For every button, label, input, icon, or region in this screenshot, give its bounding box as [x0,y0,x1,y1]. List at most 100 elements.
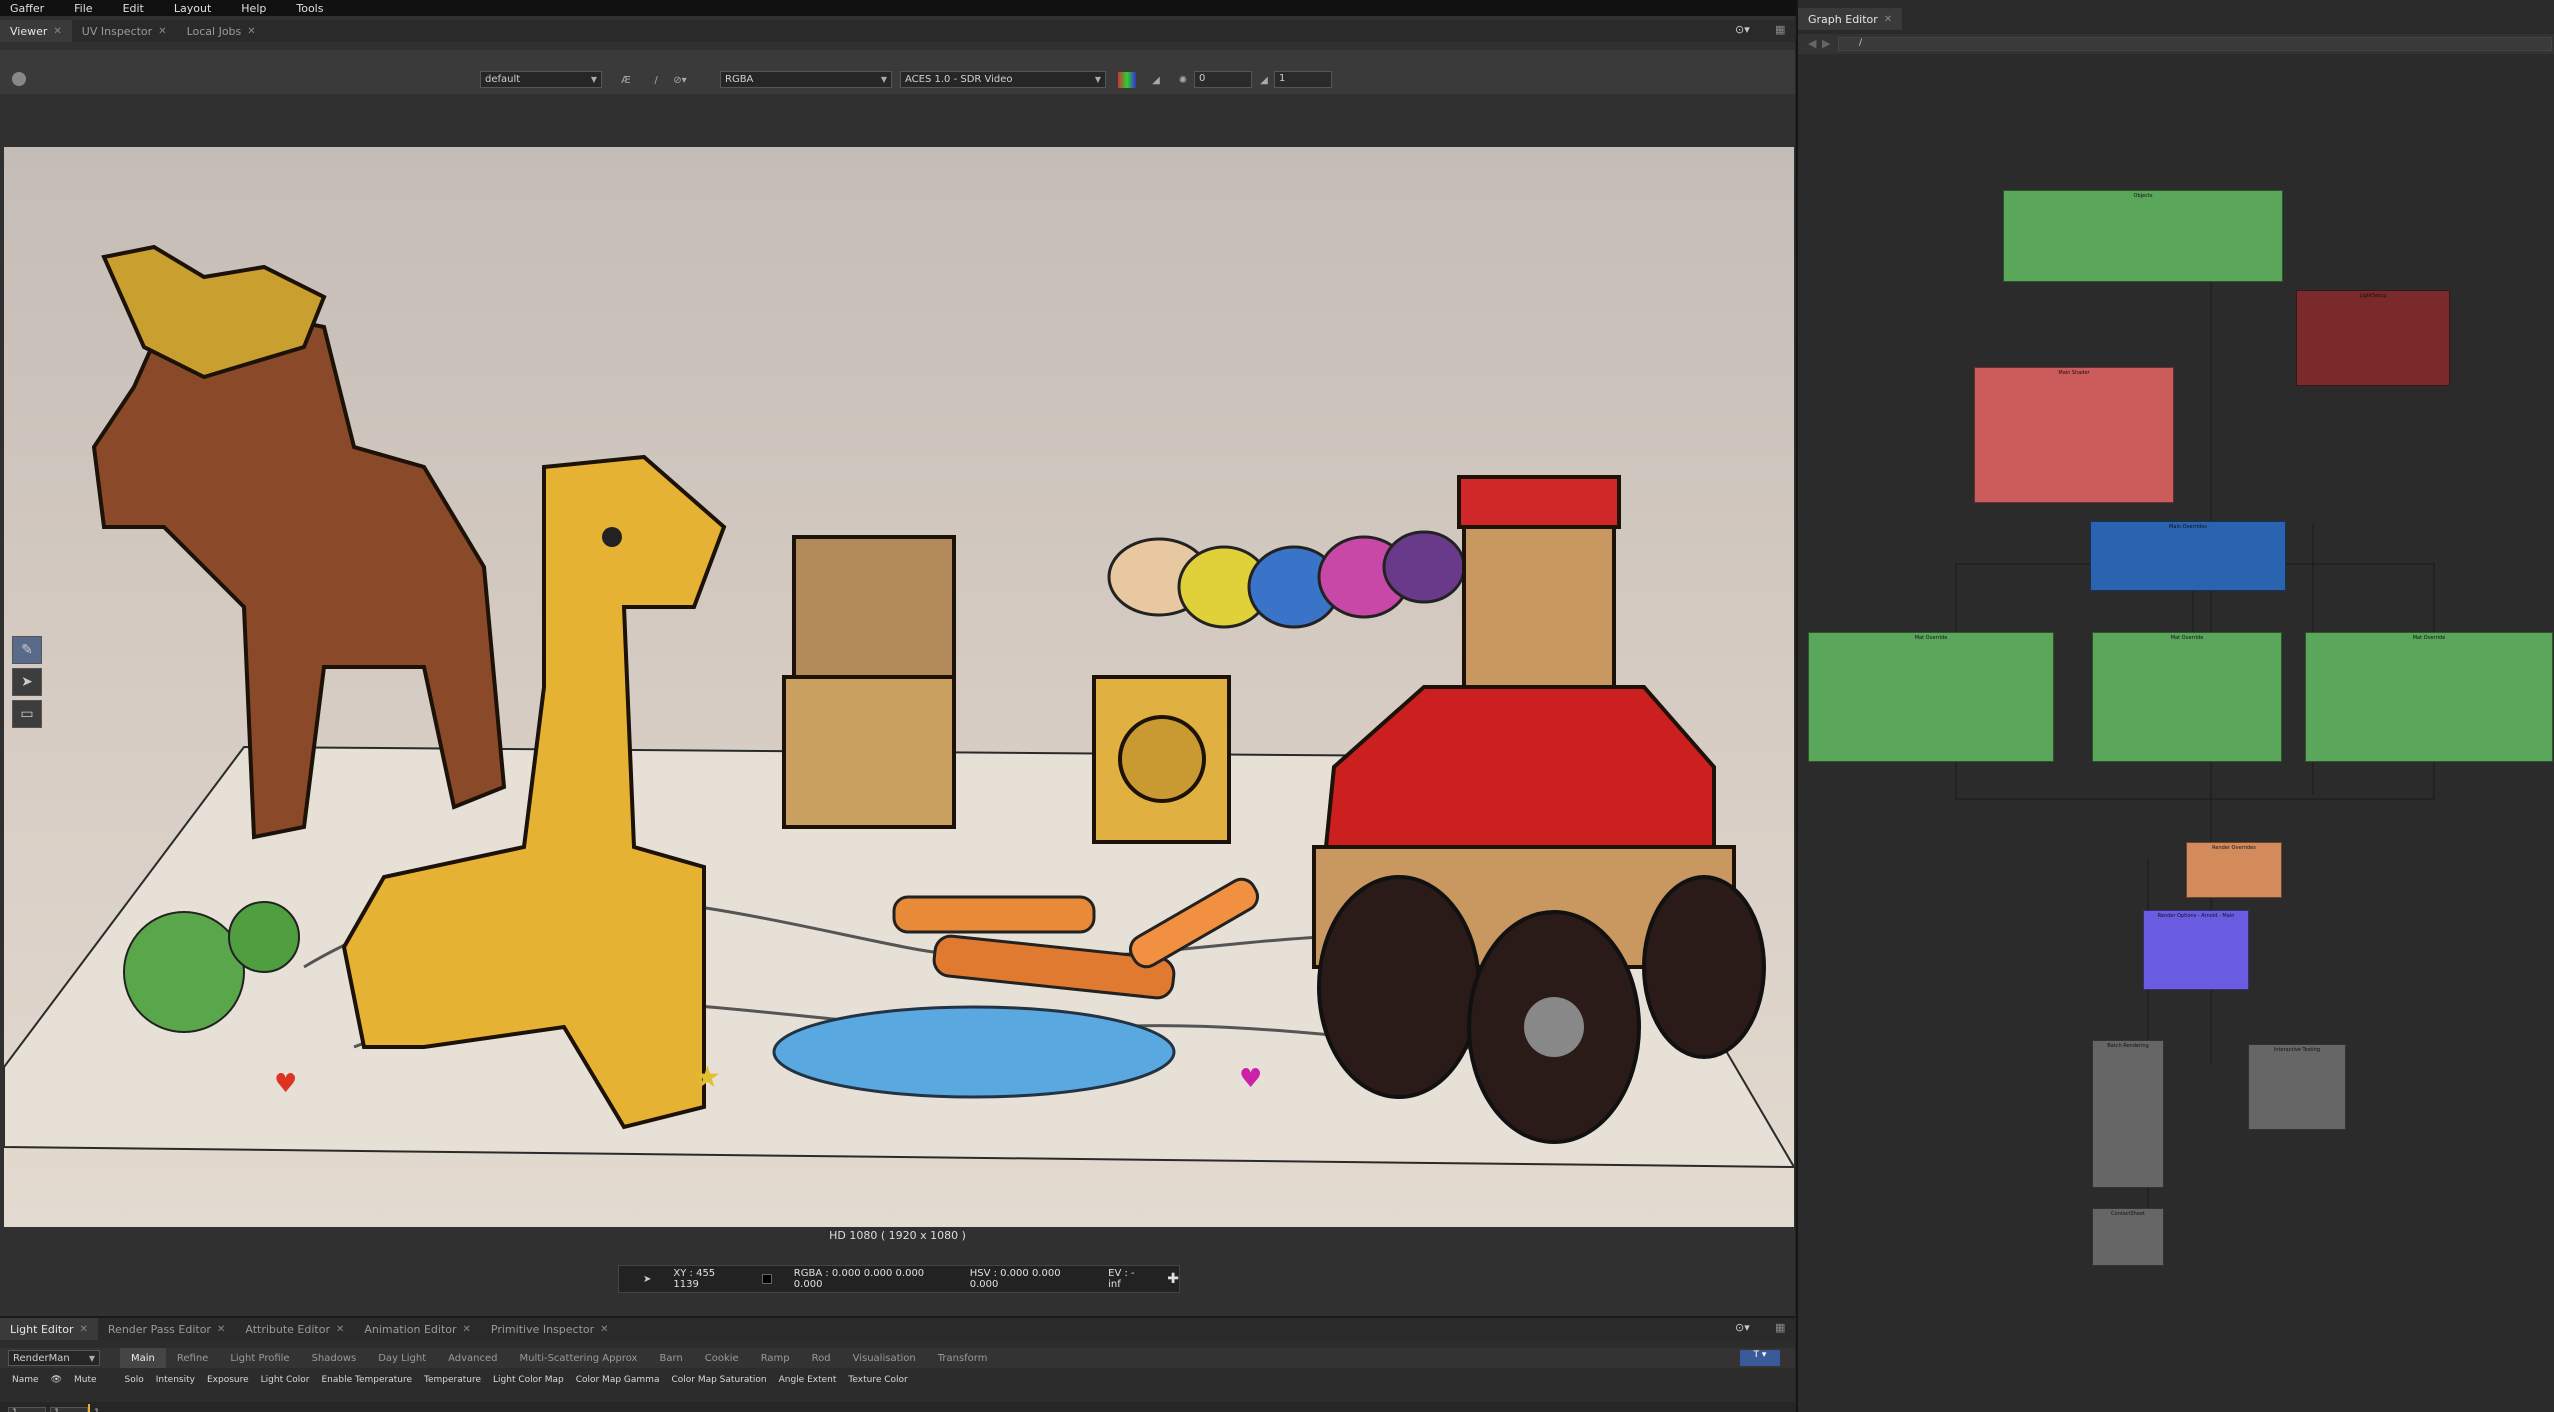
channels-select[interactable]: RGBA ▼ [720,71,892,88]
column-header[interactable]: Enable Temperature [321,1375,412,1385]
subtab-day-light[interactable]: Day Light [367,1348,437,1368]
tab-render-pass-editor[interactable]: Render Pass Editor ✕ [98,1318,235,1340]
crop-tool-icon[interactable]: ▭ [12,700,42,728]
node-mat-override-2[interactable]: Mat Override [2092,632,2282,762]
forward-icon[interactable]: ▶ [1822,37,1830,50]
column-header[interactable]: Light Color [261,1375,310,1385]
renderer-value: RenderMan [13,1352,70,1364]
close-icon[interactable]: ✕ [463,1324,471,1335]
column-header[interactable]: Light Color Map [493,1375,564,1385]
close-icon[interactable]: ✕ [600,1324,608,1335]
subtab-cookie[interactable]: Cookie [694,1348,750,1368]
node-contact-sheet[interactable]: ContactSheet [2092,1208,2164,1266]
tab-uv-inspector[interactable]: UV Inspector ✕ [72,20,177,42]
tab-graph-editor[interactable]: Graph Editor ✕ [1798,8,1903,30]
subtab-advanced[interactable]: Advanced [437,1348,508,1368]
subtab-rod[interactable]: Rod [801,1348,842,1368]
display-transform-select[interactable]: ACES 1.0 - SDR Video ▼ [900,71,1106,88]
menu-edit[interactable]: Edit [123,2,144,15]
color-bars-icon[interactable] [1118,72,1136,88]
column-header[interactable]: Color Map Gamma [576,1375,660,1385]
node-objects[interactable]: Objects [2003,190,2283,282]
column-header[interactable]: Temperature [424,1375,481,1385]
subtab-multi-scattering[interactable]: Multi-Scattering Approx [509,1348,649,1368]
eyedropper-icon[interactable]: ✎ [12,636,42,664]
node-mat-override-1[interactable]: Mat Override [1808,632,2054,762]
clipping-icon[interactable]: Æ [618,72,634,88]
back-icon[interactable]: ◀ [1808,37,1816,50]
exposure-icon[interactable]: ✺ [1175,72,1191,88]
subtab-ramp[interactable]: Ramp [750,1348,801,1368]
gamma-ramp-icon[interactable]: ◢ [1148,72,1164,88]
plus-icon[interactable]: ✚ [1167,1271,1179,1287]
subtab-refine[interactable]: Refine [166,1348,219,1368]
node-interactive-testing[interactable]: Interactive Testing [2248,1044,2346,1130]
exposure-field[interactable]: 0 [1194,71,1252,88]
node-mat-override-3[interactable]: Mat Override [2305,632,2553,762]
timeline[interactable]: 1 1 1 [0,1402,1795,1412]
node-main-overrides[interactable]: Main Overrides [2090,521,2286,591]
current-frame-field[interactable]: 1 [50,1407,88,1412]
subtab-barn[interactable]: Barn [648,1348,693,1368]
subtab-transform[interactable]: Transform [927,1348,999,1368]
menu-layout[interactable]: Layout [174,2,211,15]
pixel-readout: ➤ XY : 455 1139 RGBA : 0.000 0.000 0.000… [618,1265,1180,1293]
renderer-select[interactable]: RenderMan ▼ [8,1350,100,1366]
tab-attribute-editor[interactable]: Attribute Editor ✕ [235,1318,354,1340]
layout-grid-icon[interactable]: ▦ [1775,1321,1785,1334]
tab-viewer[interactable]: Viewer ✕ [0,20,72,42]
subtab-visualisation[interactable]: Visualisation [842,1348,927,1368]
tab-animation-editor[interactable]: Animation Editor ✕ [354,1318,481,1340]
subtab-main[interactable]: Main [120,1348,166,1368]
gnomon-icon[interactable] [12,72,26,86]
column-header[interactable]: Intensity [156,1375,195,1385]
menu-gaffer[interactable]: Gaffer [10,2,44,15]
close-icon[interactable]: ✕ [53,26,61,37]
close-icon[interactable]: ✕ [158,26,166,37]
node-main-shader[interactable]: Main Shader [1974,367,2174,503]
node-light-setup[interactable]: LightSetup [2296,290,2450,386]
playhead[interactable] [88,1404,90,1412]
node-graph[interactable]: Objects LightSetup Main Shader Main Over… [1798,54,2554,1412]
close-icon[interactable]: ✕ [217,1324,225,1335]
target-icon[interactable]: ⊙▾ [1735,1321,1750,1334]
gamma-field[interactable]: 1 [1274,71,1332,88]
close-icon[interactable]: ✕ [247,26,255,37]
filter-button[interactable]: T ▾ [1740,1350,1780,1366]
menu-file[interactable]: File [74,2,92,15]
gamma-icon[interactable]: ◢ [1256,72,1272,88]
start-frame-field[interactable]: 1 [8,1407,46,1412]
column-header[interactable]: Mute [74,1375,97,1385]
node-title: Main Shader [2058,370,2090,376]
close-icon[interactable]: ✕ [80,1324,88,1335]
tab-primitive-inspector[interactable]: Primitive Inspector ✕ [481,1318,619,1340]
subtab-light-profile[interactable]: Light Profile [219,1348,300,1368]
column-header[interactable]: Color Map Saturation [671,1375,766,1385]
subtab-shadows[interactable]: Shadows [301,1348,368,1368]
node-batch-rendering[interactable]: Batch Rendering [2092,1040,2164,1188]
wireframe-icon[interactable]: / [648,72,664,88]
graph-path-field[interactable]: / [1838,37,2552,51]
column-header[interactable]: Name [12,1375,39,1385]
menu-help[interactable]: Help [241,2,266,15]
column-header[interactable]: Angle Extent [779,1375,837,1385]
close-icon[interactable]: ✕ [336,1324,344,1335]
column-header[interactable]: Solo [125,1375,144,1385]
resolution-label: HD 1080 ( 1920 x 1080 ) [829,1229,966,1242]
tab-light-editor[interactable]: Light Editor ✕ [0,1318,98,1340]
node-render-options[interactable]: Render Options - Arnold - Main [2143,910,2249,990]
tab-local-jobs[interactable]: Local Jobs ✕ [177,20,266,42]
viewport[interactable]: ♥ ♥ ★ [4,147,1794,1227]
menu-tools[interactable]: Tools [296,2,323,15]
solo-channel-icon[interactable]: ⊘▾ [672,72,688,88]
column-header[interactable]: Texture Color [848,1375,907,1385]
layout-grid-icon[interactable]: ▦ [1775,23,1785,36]
column-header[interactable]: Exposure [207,1375,249,1385]
node-render-overrides[interactable]: Render Overrides [2186,842,2282,898]
select-tool-icon[interactable]: ➤ [12,668,42,696]
target-icon[interactable]: ⊙▾ [1735,23,1750,36]
close-icon[interactable]: ✕ [1884,14,1892,25]
eye-icon[interactable]: 👁 [51,1375,62,1385]
node-title: Batch Rendering [2107,1043,2149,1049]
camera-select[interactable]: default ▼ [480,71,602,88]
